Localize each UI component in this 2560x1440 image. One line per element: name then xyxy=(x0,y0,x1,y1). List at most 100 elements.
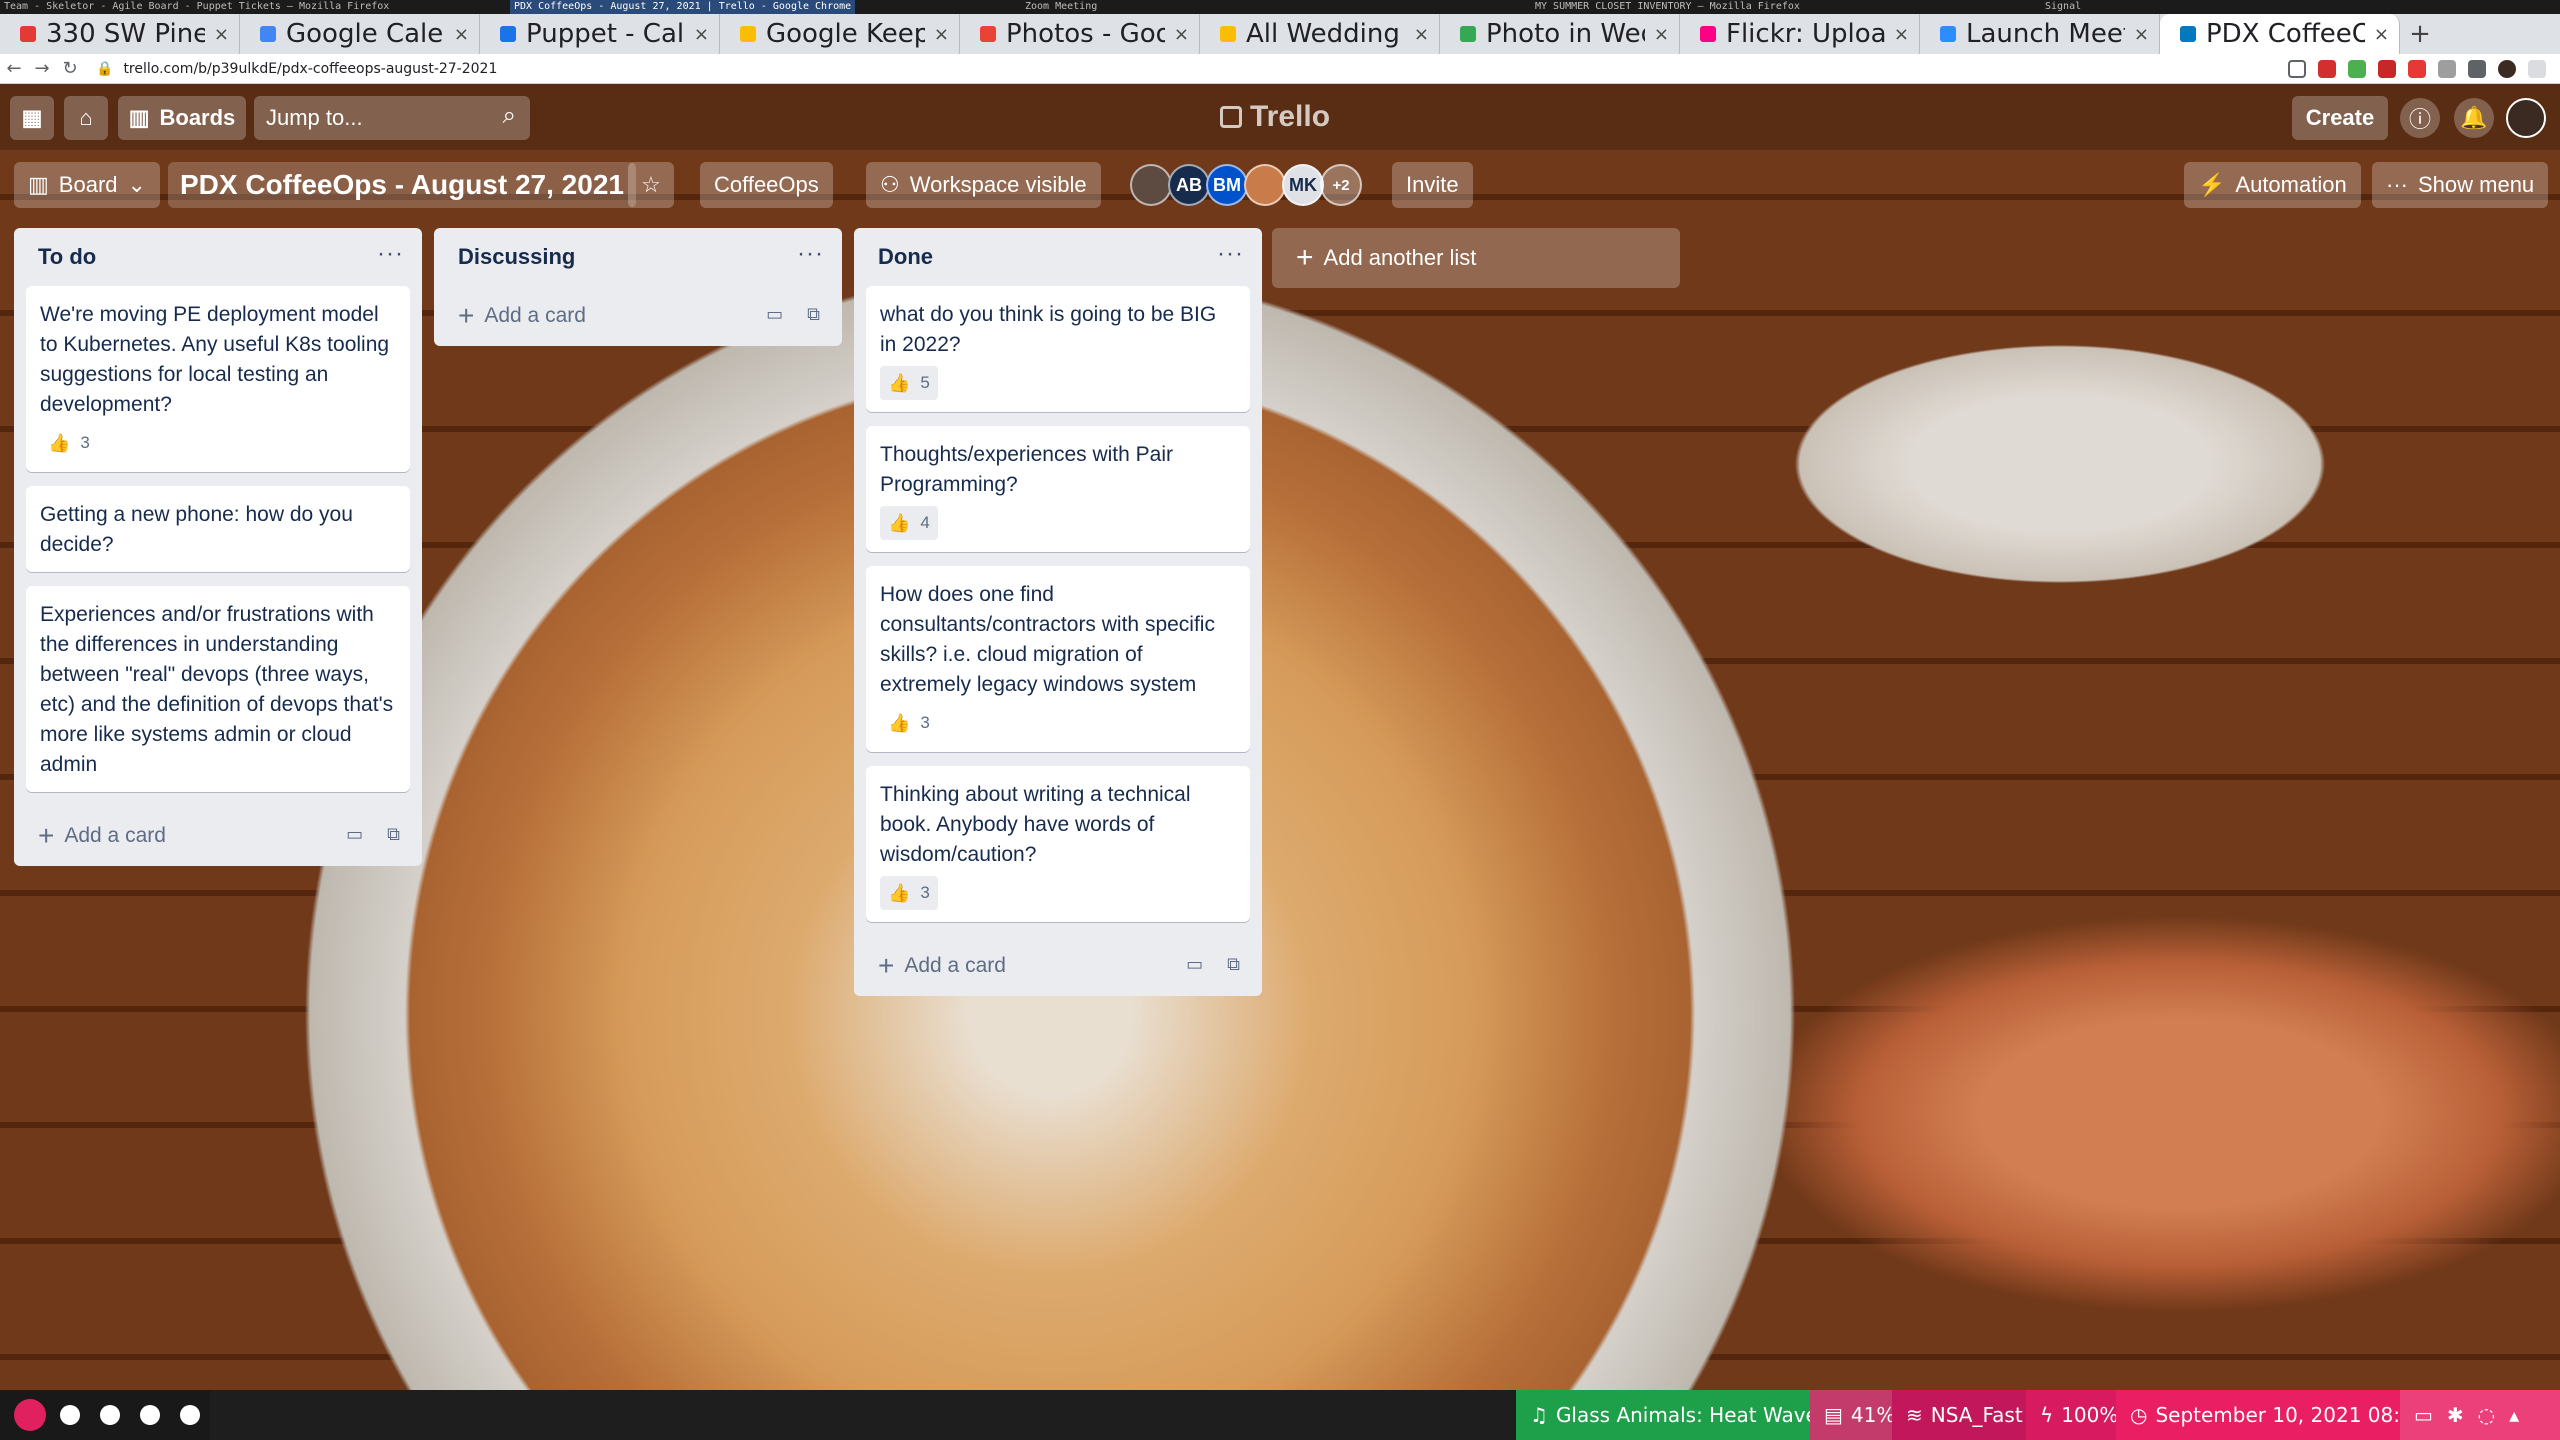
boards-button[interactable]: ▥ Boards xyxy=(118,96,246,140)
record-video-icon[interactable]: ▭ xyxy=(766,304,783,325)
window-title[interactable]: Signal xyxy=(2045,0,2081,14)
browser-tab[interactable]: Google Calenc× xyxy=(240,14,480,54)
visibility-button[interactable]: ⚇ Workspace visible xyxy=(866,162,1101,208)
card[interactable]: Thinking about writing a technical book.… xyxy=(866,766,1250,922)
show-menu-button[interactable]: ··· Show menu xyxy=(2372,162,2549,208)
close-tab-icon[interactable]: × xyxy=(1414,24,1429,45)
create-button[interactable]: Create xyxy=(2292,96,2388,140)
star-board-button[interactable]: ☆ xyxy=(628,162,674,208)
extension-icon[interactable] xyxy=(2408,60,2426,78)
window-title-active[interactable]: PDX CoffeeOps - August 27, 2021 | Trello… xyxy=(510,0,856,14)
star-icon[interactable] xyxy=(2288,60,2306,78)
window-title[interactable]: MY SUMMER CLOSET INVENTORY — Mozilla Fir… xyxy=(1535,0,1800,14)
workspace-indicator[interactable] xyxy=(180,1405,200,1425)
vote-badge[interactable]: 👍 3 xyxy=(40,426,98,460)
browser-tab[interactable]: 330 SW Pine S× xyxy=(0,14,240,54)
list-menu-icon[interactable]: ··· xyxy=(377,240,404,268)
browser-tab[interactable]: Launch Meetin× xyxy=(1920,14,2160,54)
extension-icon[interactable] xyxy=(2378,60,2396,78)
close-tab-icon[interactable]: × xyxy=(694,24,709,45)
card[interactable]: How does one find consultants/contractor… xyxy=(866,566,1250,752)
new-tab-button[interactable]: + xyxy=(2400,14,2440,54)
vote-badge[interactable]: 👍 5 xyxy=(880,366,938,400)
slack-tray-icon[interactable]: ✱ xyxy=(2447,1403,2464,1427)
add-card-button[interactable]: + Add a card ▭ ⧉ xyxy=(854,936,1262,996)
list-menu-icon[interactable]: ··· xyxy=(797,240,824,268)
window-title[interactable]: Zoom Meeting xyxy=(1025,0,1097,14)
avatar[interactable] xyxy=(1244,164,1286,206)
vote-badge[interactable]: 👍 3 xyxy=(880,876,938,910)
avatar[interactable]: MK xyxy=(1282,164,1324,206)
card[interactable]: Getting a new phone: how do you decide? xyxy=(26,486,410,572)
kebab-menu-icon[interactable] xyxy=(2528,60,2546,78)
browser-tab[interactable]: Google Keep × xyxy=(720,14,960,54)
list-title[interactable]: Discussing xyxy=(458,244,575,270)
card-template-icon[interactable]: ⧉ xyxy=(1227,954,1240,975)
record-video-icon[interactable]: ▭ xyxy=(346,824,363,845)
card-template-icon[interactable]: ⧉ xyxy=(387,824,400,845)
puzzle-icon[interactable] xyxy=(2468,60,2486,78)
close-tab-icon[interactable]: × xyxy=(934,24,949,45)
vote-badge[interactable]: 👍 4 xyxy=(880,506,938,540)
profile-avatar[interactable] xyxy=(2498,60,2516,78)
trello-logo[interactable]: Trello xyxy=(1220,100,1330,134)
extension-icon[interactable] xyxy=(2438,60,2456,78)
card[interactable]: Experiences and/or frustrations with the… xyxy=(26,586,410,792)
browser-tab[interactable]: Puppet - Caler× xyxy=(480,14,720,54)
close-tab-icon[interactable]: × xyxy=(2374,24,2389,45)
list-header[interactable]: Discussing ··· xyxy=(434,228,842,286)
card[interactable]: what do you think is going to be BIG in … xyxy=(866,286,1250,412)
clock-widget[interactable]: ◷ September 10, 2021 08:06 xyxy=(2116,1390,2440,1440)
workspace-indicator[interactable] xyxy=(60,1405,80,1425)
invite-button[interactable]: Invite xyxy=(1392,162,1473,208)
browser-tab-active[interactable]: PDX CoffeeOp× xyxy=(2160,14,2400,54)
back-icon[interactable]: ← xyxy=(0,58,28,79)
workspace-indicator[interactable] xyxy=(100,1405,120,1425)
card[interactable]: We're moving PE deployment model to Kube… xyxy=(26,286,410,472)
card[interactable]: Thoughts/experiences with Pair Programmi… xyxy=(866,426,1250,552)
url-field[interactable]: trello.com/b/p39ulkdE/pdx-coffeeops-augu… xyxy=(123,61,497,77)
board-view-switcher[interactable]: ▥ Board ⌄ xyxy=(14,162,160,208)
extension-icon[interactable] xyxy=(2318,60,2336,78)
wifi-widget[interactable]: ≋ NSA_Fast xyxy=(1892,1390,2037,1440)
info-icon[interactable]: ⓘ xyxy=(2400,98,2440,138)
list-menu-icon[interactable]: ··· xyxy=(1217,240,1244,268)
reload-icon[interactable]: ↻ xyxy=(56,58,84,79)
close-tab-icon[interactable]: × xyxy=(1654,24,1669,45)
add-list-button[interactable]: + Add another list xyxy=(1272,228,1680,288)
add-card-button[interactable]: + Add a card ▭ ⧉ xyxy=(14,806,422,866)
notification-bell-icon[interactable]: 🔔 xyxy=(2454,98,2494,138)
close-tab-icon[interactable]: × xyxy=(1174,24,1189,45)
automation-button[interactable]: ⚡ Automation xyxy=(2184,162,2361,208)
browser-tab[interactable]: All Wedding pl× xyxy=(1200,14,1440,54)
browser-tab[interactable]: Flickr: Upload× xyxy=(1680,14,1920,54)
avatar[interactable] xyxy=(1130,164,1172,206)
list-title[interactable]: Done xyxy=(878,244,933,270)
list-header[interactable]: Done ··· xyxy=(854,228,1262,286)
zoom-tray-icon[interactable]: ▭ xyxy=(2414,1403,2433,1427)
more-members-badge[interactable]: +2 xyxy=(1320,164,1362,206)
vote-badge[interactable]: 👍 3 xyxy=(880,706,938,740)
close-tab-icon[interactable]: × xyxy=(1894,24,1909,45)
card-template-icon[interactable]: ⧉ xyxy=(807,304,820,325)
search-input[interactable]: Jump to... ⌕ xyxy=(254,96,530,140)
close-tab-icon[interactable]: × xyxy=(214,24,229,45)
board-title[interactable]: PDX CoffeeOps - August 27, 2021 xyxy=(168,162,636,208)
forward-icon[interactable]: → xyxy=(28,58,56,79)
browser-tab[interactable]: Photos - Goog× xyxy=(960,14,1200,54)
avatar[interactable]: AB xyxy=(1168,164,1210,206)
list-header[interactable]: To do ··· xyxy=(14,228,422,286)
workspace-button[interactable]: CoffeeOps xyxy=(700,162,833,208)
search-icon[interactable]: ⌕ xyxy=(503,102,516,130)
network-tray-icon[interactable]: ▴ xyxy=(2509,1403,2519,1427)
record-video-icon[interactable]: ▭ xyxy=(1186,954,1203,975)
signal-tray-icon[interactable]: ◌ xyxy=(2478,1403,2495,1427)
avatar[interactable]: BM xyxy=(1206,164,1248,206)
browser-tab[interactable]: Photo in Wedd× xyxy=(1440,14,1680,54)
apps-grid-icon[interactable]: ▦ xyxy=(10,96,54,140)
now-playing-widget[interactable]: ♫ Glass Animals: Heat Waves xyxy=(1516,1390,1843,1440)
lock-icon[interactable]: 🔒 xyxy=(96,61,113,77)
avatar[interactable] xyxy=(2506,98,2546,138)
extension-icon[interactable] xyxy=(2348,60,2366,78)
workspace-indicator-active[interactable] xyxy=(20,1405,40,1425)
